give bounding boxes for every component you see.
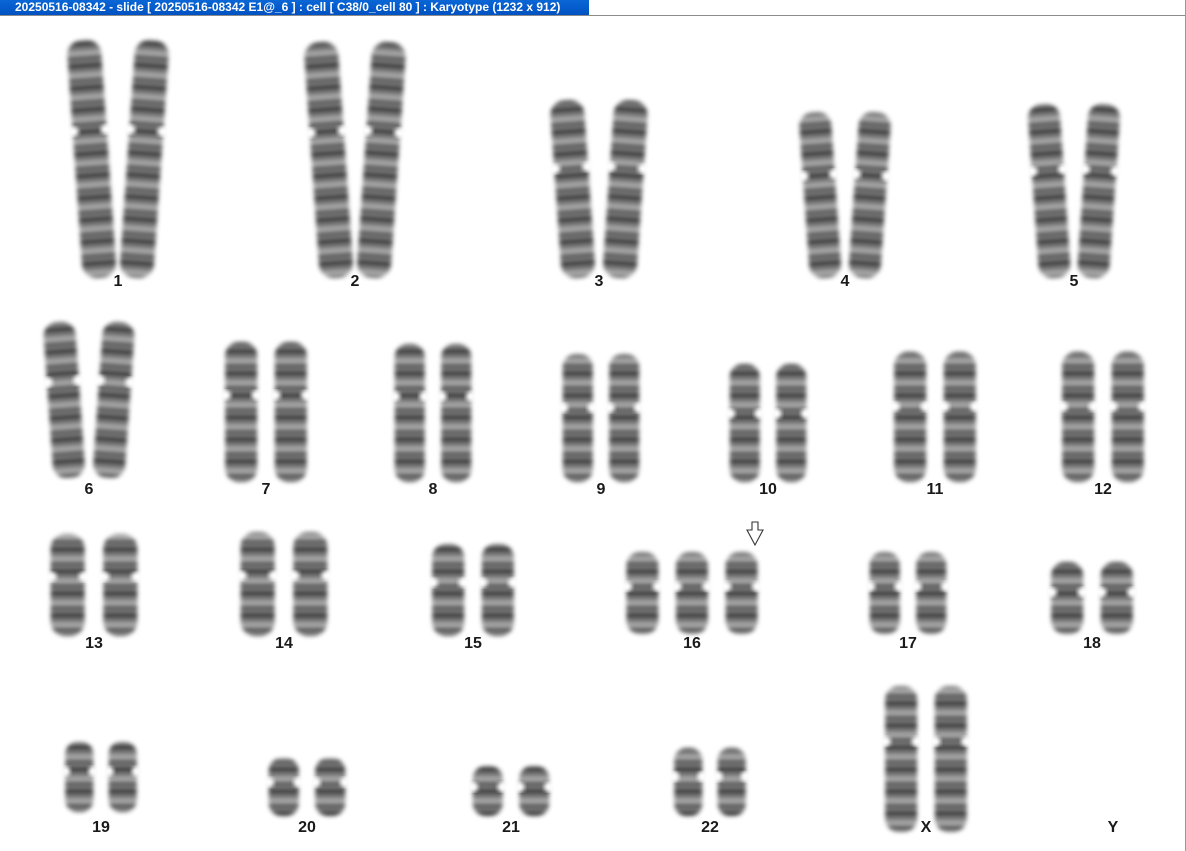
chromosome-x-1 [879,686,923,832]
chromosome-14-1 [234,532,281,636]
chromosome-group-7: 7 [219,342,313,498]
chromosome-group-x: X [879,686,973,836]
chromosome-group-18: 18 [1045,562,1139,652]
chromosome-group-19: 19 [60,742,142,836]
chromosome-6-2 [93,321,137,479]
chromosome-15-2 [476,544,520,636]
chromosome-x-2 [929,686,973,832]
chromosome-label-7: 7 [262,481,271,498]
chromosome-label-8: 8 [429,481,438,498]
chromosome-group-15: 15 [426,544,520,652]
chromosome-label-2: 2 [351,273,360,290]
chromosome-21-1 [467,766,509,816]
chromosome-label-22: 22 [701,819,719,836]
chromosome-10-1 [724,364,766,482]
chromosome-12-1 [1056,352,1100,482]
chromosome-16-3 [719,552,764,634]
chromosome-16-2 [670,552,714,634]
chromosome-6-1 [41,321,85,479]
chromosome-17-1 [864,552,906,634]
chromosome-20-2 [309,758,351,816]
chromosome-group-y: Y [1108,819,1119,836]
chromosome-group-9: 9 [557,354,645,498]
chromosome-label-y: Y [1108,819,1119,836]
window-title: 20250516-08342 - slide [ 20250516-08342 … [0,0,589,15]
chromosome-21-2 [513,766,555,816]
chromosome-label-11: 11 [927,481,944,498]
chromosome-22-1 [669,748,708,816]
chromosome-label-21: 21 [502,819,520,836]
abnormality-marker-arrow-icon [746,521,764,547]
chromosome-label-14: 14 [275,635,293,652]
chromosome-13-2 [97,534,144,636]
chromosome-group-22: 22 [669,748,751,836]
chromosome-group-12: 12 [1056,352,1150,498]
chromosome-label-4: 4 [841,273,850,290]
chromosome-label-20: 20 [298,819,316,836]
chromosome-22-2 [712,748,751,816]
chromosome-group-20: 20 [263,758,351,836]
chromosome-7-1 [219,342,263,482]
chromosome-group-1: 1 [66,40,170,290]
chromosome-group-21: 21 [467,766,555,836]
chromosome-label-12: 12 [1094,481,1112,498]
chromosome-label-6: 6 [85,481,94,498]
chromosome-group-2: 2 [303,42,407,290]
chromosome-5-1 [1026,104,1071,278]
chromosome-group-11: 11 [888,352,982,498]
chromosome-19-1 [60,742,99,812]
chromosome-13-1 [44,534,91,636]
chromosome-3-2 [603,99,650,279]
chromosome-group-10: 10 [724,364,812,498]
karyotype-canvas: 1 2 3 4 56 7 8 9 10 11 1213 14 15 16 17 1819 20 21 22 X Y [41,40,1150,836]
chromosome-label-x: X [921,819,932,836]
chromosome-group-16: 16 [620,552,764,652]
chromosome-15-1 [426,544,470,636]
chromosome-18-1 [1045,562,1089,634]
chromosome-group-17: 17 [864,552,952,652]
chromosome-16-1 [620,552,665,634]
chromosome-group-5: 5 [1026,104,1122,290]
chromosome-label-17: 17 [899,635,917,652]
chromosome-label-3: 3 [595,273,604,290]
chromosome-label-13: 13 [85,635,103,652]
chromosome-label-16: 16 [683,635,701,652]
chromosome-label-10: 10 [759,481,777,498]
chromosome-group-3: 3 [548,99,650,290]
chromosome-9-1 [557,354,599,482]
chromosome-group-6: 6 [41,321,137,498]
chromosome-3-1 [548,99,595,279]
chromosome-group-8: 8 [389,344,477,498]
chromosome-2-1 [303,42,353,278]
chromosome-label-5: 5 [1070,273,1079,290]
chromosome-11-2 [938,352,982,482]
chromosome-14-2 [287,532,334,636]
chromosome-19-2 [103,742,142,812]
chromosome-5-2 [1077,104,1122,278]
chromosome-4-1 [797,111,842,279]
chromosome-17-2 [910,552,952,634]
chromosome-9-2 [603,354,645,482]
chromosome-groups: 1 2 3 4 56 7 8 9 10 11 1213 14 15 16 17 1819 20 21 22 X Y [41,40,1150,836]
chromosome-20-1 [263,758,305,816]
chromosome-4-2 [848,111,893,279]
chromosome-group-14: 14 [234,532,334,652]
chromosome-1-2 [120,40,170,278]
chromosome-1-1 [66,40,116,278]
chromosome-7-2 [269,342,313,482]
chromosome-8-1 [389,344,431,482]
chromosome-label-1: 1 [114,273,123,290]
chromosome-11-1 [888,352,932,482]
chromosome-2-2 [357,42,407,278]
chromosome-group-4: 4 [797,111,893,290]
chromosome-label-9: 9 [597,481,606,498]
chromosome-label-19: 19 [92,819,110,836]
chromosome-18-2 [1095,562,1139,634]
chromosome-label-15: 15 [464,635,482,652]
chromosome-12-2 [1106,352,1150,482]
chromosome-group-13: 13 [44,534,144,652]
chromosome-10-2 [770,364,812,482]
chromosome-8-2 [435,344,477,482]
chromosome-label-18: 18 [1083,635,1101,652]
